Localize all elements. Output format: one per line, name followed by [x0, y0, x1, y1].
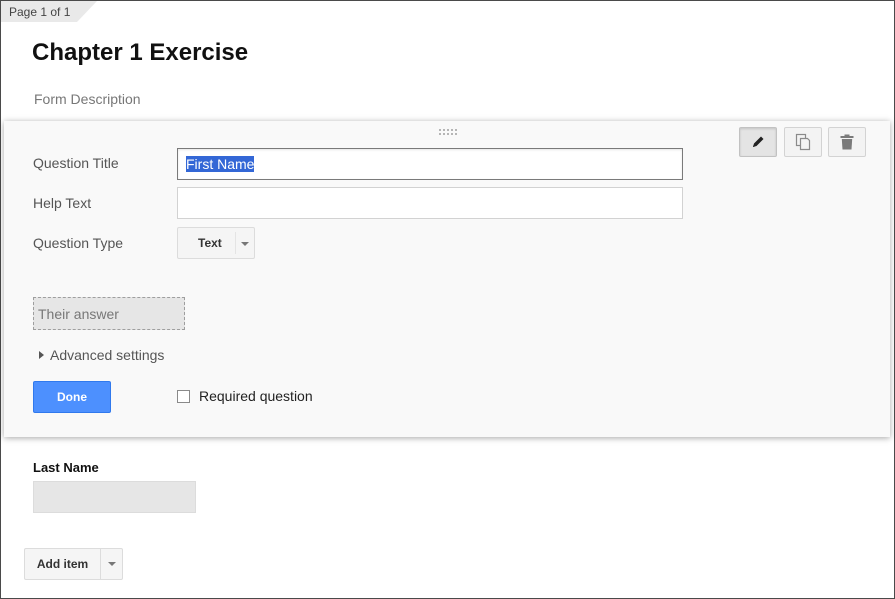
drag-handle-icon[interactable]	[439, 129, 459, 137]
page-indicator: Page 1 of 1	[9, 5, 71, 19]
trash-icon	[840, 134, 854, 150]
add-item-button[interactable]: Add item	[24, 548, 101, 580]
required-checkbox[interactable]	[177, 389, 190, 403]
advanced-settings-toggle[interactable]: Advanced settings	[39, 347, 164, 363]
question-type-value: Text	[198, 236, 222, 250]
delete-question-button[interactable]	[828, 127, 866, 157]
add-item-dropdown-button[interactable]	[101, 548, 123, 580]
page-indicator-tab: Page 1 of 1	[1, 1, 97, 23]
add-item-split-button: Add item	[24, 548, 123, 580]
edit-question-button[interactable]	[739, 127, 777, 157]
question-edit-card: Question Title First Name Help Text Ques…	[4, 121, 890, 437]
duplicate-question-button[interactable]	[784, 127, 822, 157]
question-title-input[interactable]: First Name	[177, 148, 683, 180]
form-editor-page: Page 1 of 1 Chapter 1 Exercise Form Desc…	[0, 0, 895, 599]
last-name-answer-field	[33, 481, 196, 513]
chevron-down-icon	[107, 562, 116, 566]
question-title-value: First Name	[186, 156, 255, 172]
help-text-label: Help Text	[33, 195, 92, 211]
answer-preview-field: Their answer	[33, 297, 185, 330]
chevron-down-icon	[241, 242, 249, 246]
done-button[interactable]: Done	[33, 381, 111, 413]
question-title-last-name[interactable]: Last Name	[33, 460, 99, 475]
caret-right-icon	[39, 351, 44, 359]
question-title-label: Question Title	[33, 155, 119, 171]
question-type-select[interactable]: Text	[177, 227, 255, 259]
help-text-input[interactable]	[177, 187, 683, 219]
question-type-label: Question Type	[33, 235, 124, 251]
duplicate-icon	[795, 133, 811, 151]
select-divider	[235, 232, 236, 254]
pencil-icon	[753, 136, 764, 147]
form-description[interactable]: Form Description	[34, 91, 141, 107]
answer-preview-text: Their answer	[38, 306, 119, 322]
required-question-label: Required question	[199, 388, 313, 404]
advanced-settings-label: Advanced settings	[50, 347, 165, 363]
required-question-option[interactable]: Required question	[177, 388, 313, 404]
form-title[interactable]: Chapter 1 Exercise	[32, 39, 248, 67]
